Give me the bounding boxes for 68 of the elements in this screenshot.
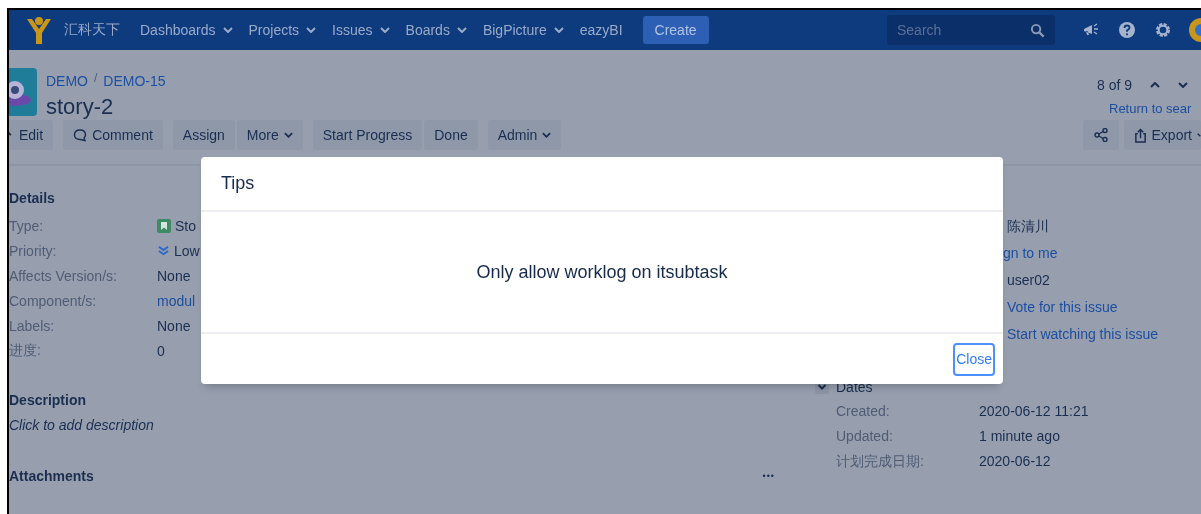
search-field[interactable]: Search (887, 15, 1055, 45)
people-value: 陈清川 (1007, 217, 1050, 236)
settings-icon[interactable] (1154, 21, 1172, 39)
help-icon[interactable] (1118, 21, 1136, 39)
create-button[interactable]: Create (642, 16, 709, 44)
breadcrumb-separator: / (94, 71, 98, 85)
field-label: Priority: (9, 242, 58, 259)
nav-menu[interactable]: Projects (240, 10, 325, 50)
double-chevron-down-icon (157, 245, 170, 256)
date-value: 2020-06-12 11:21 (979, 402, 1090, 421)
date-value: 1 minute ago (979, 427, 1061, 446)
nav-menu[interactable]: eazyBI (571, 10, 631, 50)
toolbar-button[interactable]: Comment (63, 120, 163, 150)
export-icon (1133, 127, 1147, 143)
export-button[interactable]: Export (1123, 120, 1201, 150)
field-value: None (157, 267, 191, 284)
logo-icon[interactable] (26, 15, 52, 45)
field-value: Low (174, 242, 200, 259)
date-label: Updated: (836, 427, 894, 446)
date-label: 计划完成日期: (836, 452, 925, 471)
people-link[interactable]: Vote for this issue (1007, 294, 1201, 321)
toolbar-button[interactable]: Admin (487, 120, 562, 150)
section-heading: Attachments (9, 467, 94, 486)
component-link[interactable]: modul (157, 292, 196, 309)
people-value: user02 (1007, 271, 1051, 290)
field-label: Type: (9, 217, 45, 234)
comment-icon (73, 128, 88, 142)
field-label: 进度: (9, 341, 42, 360)
megaphone-icon[interactable] (1082, 22, 1100, 38)
toolbar-button[interactable]: Done (424, 120, 478, 150)
nav-menu[interactable]: Dashboards (132, 10, 241, 50)
dialog-title: Tips (221, 173, 255, 194)
chevron-up-icon[interactable] (1150, 82, 1161, 88)
toolbar-button[interactable]: Assign (172, 120, 235, 150)
story-icon (157, 218, 171, 233)
field-value: 0 (157, 342, 165, 359)
field-label: Labels: (9, 317, 56, 334)
return-to-search-link[interactable]: Return to sear (1109, 101, 1192, 116)
nav-menu[interactable]: Issues (324, 10, 398, 50)
field-label: Component/s: (9, 292, 98, 309)
issue-position: 8 of 9 (1097, 77, 1133, 93)
field-value: None (157, 317, 191, 334)
brand-name[interactable]: 汇科天下 (64, 21, 120, 39)
field-label: Affects Version/s: (9, 267, 118, 284)
project-avatar-icon[interactable] (9, 68, 37, 116)
share-button[interactable] (1082, 120, 1119, 150)
breadcrumb-link[interactable]: DEMO-15 (103, 72, 166, 89)
avatar-icon[interactable] (1189, 18, 1201, 42)
people-link[interactable]: Start watching this issue (1007, 321, 1201, 348)
more-actions-menu[interactable]: ••• (762, 471, 775, 481)
date-value: 2020-06-12 (979, 452, 1052, 471)
breadcrumb-link[interactable]: DEMO (46, 72, 88, 89)
section-heading: Details (9, 189, 56, 208)
description-placeholder[interactable]: Click to add description (9, 415, 789, 435)
search-icon (1030, 23, 1045, 38)
section-heading: Description (9, 391, 87, 410)
toolbar-button[interactable]: Start Progress (312, 120, 423, 150)
toolbar-button[interactable]: More (236, 120, 303, 150)
share-icon (1093, 128, 1108, 142)
nav-menu[interactable]: BigPicture (474, 10, 572, 50)
date-label: Created: (836, 402, 891, 421)
people-link[interactable]: gn to me (1003, 240, 1201, 267)
toolbar-button[interactable]: Edit (9, 120, 54, 150)
field-value: Sto (175, 217, 196, 234)
close-button[interactable]: Close (953, 342, 995, 376)
dialog-message: Only allow worklog on itsubtask (476, 261, 728, 283)
nav-menu[interactable]: Boards (397, 10, 475, 50)
issue-title: story-2 (46, 94, 115, 120)
